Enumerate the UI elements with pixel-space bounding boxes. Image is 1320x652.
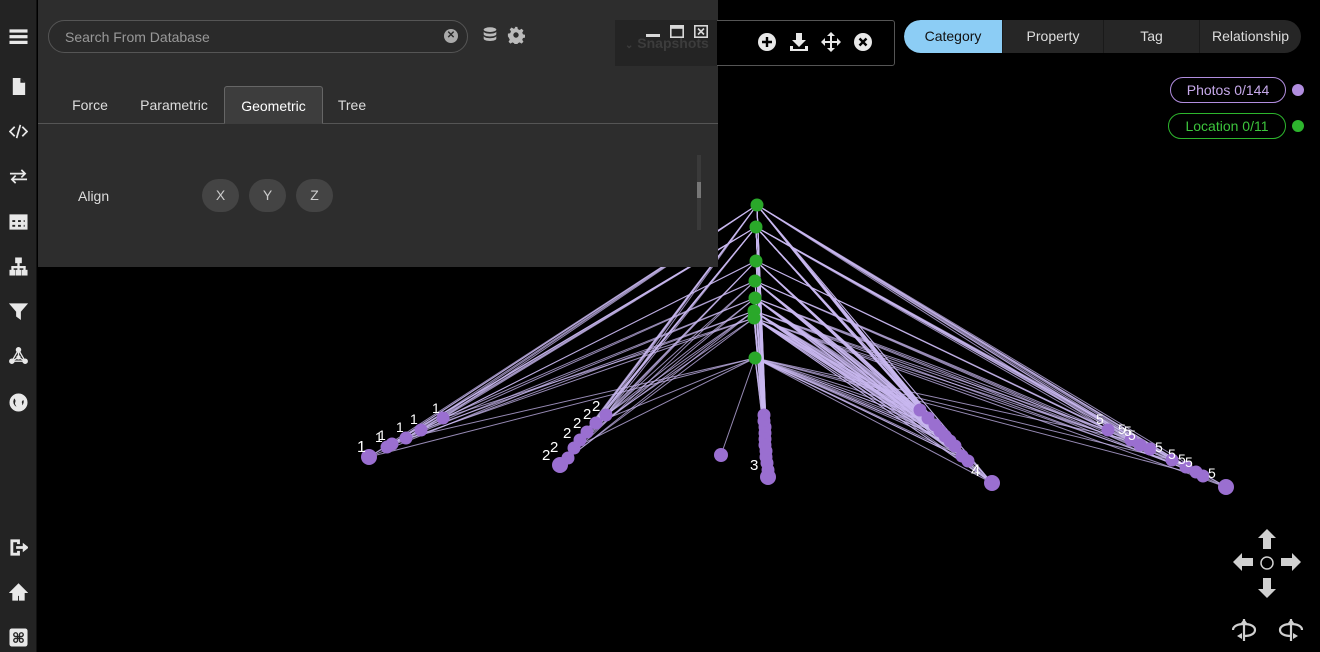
align-x-button[interactable]: X — [202, 179, 239, 212]
view-mode-tabs: Category Property Tag Relationship — [904, 20, 1301, 53]
node-label: 1 — [410, 411, 418, 427]
app-root: 11111122222234555555555 Search From Data… — [0, 0, 1320, 652]
node-label: 5 — [1155, 439, 1163, 455]
table-icon[interactable] — [6, 209, 30, 233]
command-icon[interactable] — [6, 625, 30, 649]
tab-geometric[interactable]: Geometric — [224, 86, 323, 124]
globe-icon[interactable] — [6, 390, 30, 414]
node-label: 2 — [550, 439, 558, 456]
tab-property[interactable]: Property — [1003, 20, 1104, 53]
location-node[interactable] — [749, 254, 763, 268]
pan-down-icon[interactable] — [1258, 578, 1276, 598]
legend-location-dot — [1292, 120, 1304, 132]
node-label: 5 — [1208, 465, 1216, 481]
search-input[interactable] — [65, 21, 435, 52]
panel-scroll-thumb[interactable] — [697, 182, 701, 198]
photo-node[interactable] — [714, 448, 728, 462]
align-y-button[interactable]: Y — [249, 179, 286, 212]
node-label: 3 — [750, 457, 758, 474]
location-node[interactable] — [749, 220, 763, 234]
clear-search-icon[interactable]: ✕ — [444, 29, 458, 43]
pan-right-icon[interactable] — [1281, 553, 1301, 571]
maximize-icon[interactable] — [670, 25, 684, 38]
home-icon[interactable] — [6, 580, 30, 604]
rotate-right-icon[interactable] — [1278, 617, 1304, 643]
node-label: 2 — [573, 415, 581, 432]
legend-photos[interactable]: Photos 0/144 — [1170, 77, 1286, 103]
align-z-button[interactable]: Z — [296, 179, 333, 212]
database-icon[interactable] — [481, 26, 501, 46]
network-icon[interactable] — [6, 343, 30, 367]
graph-edge — [753, 317, 1227, 488]
node-label: 1 — [357, 439, 366, 456]
node-label: 2 — [583, 406, 591, 423]
left-sidebar — [0, 0, 37, 652]
node-label: 2 — [542, 447, 550, 464]
graph-edge — [368, 357, 756, 458]
node-label: 1 — [396, 419, 404, 435]
photo-node[interactable] — [760, 469, 776, 485]
node-label: 2 — [592, 398, 600, 415]
location-node[interactable] — [748, 351, 762, 365]
node-label: 2 — [563, 425, 571, 442]
node-label: 5 — [1168, 446, 1176, 462]
photo-node[interactable] — [984, 475, 1000, 491]
node-label: 1 — [432, 400, 440, 416]
graph-edge — [754, 357, 1204, 477]
node-label: 4 — [971, 461, 980, 480]
legend-photos-dot — [1292, 84, 1304, 96]
location-node[interactable] — [748, 291, 762, 305]
layout-tabs: Force Parametric Geometric Tree — [38, 86, 718, 124]
add-snapshot-icon[interactable] — [756, 31, 778, 53]
node-label: 5 — [1096, 411, 1104, 427]
close-snapshot-icon[interactable] — [852, 31, 874, 53]
node-label: 5 — [1185, 454, 1193, 470]
hierarchy-icon[interactable] — [6, 254, 30, 278]
location-node[interactable] — [747, 311, 761, 325]
location-node[interactable] — [750, 198, 764, 212]
minimize-icon[interactable] — [646, 25, 660, 38]
rotate-left-icon[interactable] — [1231, 617, 1257, 643]
move-snapshot-icon[interactable] — [820, 31, 842, 53]
align-label: Align — [78, 188, 110, 204]
photo-node[interactable] — [1218, 479, 1234, 495]
menu-icon[interactable] — [6, 24, 30, 48]
code-icon[interactable] — [6, 119, 30, 143]
location-node[interactable] — [748, 274, 762, 288]
tab-category[interactable]: Category — [904, 20, 1003, 53]
node-label: 1 — [375, 429, 383, 445]
document-icon[interactable] — [6, 74, 30, 98]
logout-icon[interactable] — [6, 535, 30, 559]
graph-edge — [559, 310, 755, 466]
tab-tag[interactable]: Tag — [1104, 20, 1200, 53]
download-snapshot-icon[interactable] — [788, 31, 810, 53]
graph-edge — [754, 357, 1173, 461]
tab-tree[interactable]: Tree — [330, 86, 374, 124]
tab-parametric[interactable]: Parametric — [132, 86, 216, 124]
tab-relationship[interactable]: Relationship — [1200, 20, 1301, 53]
tab-force[interactable]: Force — [58, 86, 122, 124]
legend-location[interactable]: Location 0/11 — [1168, 113, 1286, 139]
settings-gear-icon[interactable] — [507, 26, 527, 46]
transfer-icon[interactable] — [6, 164, 30, 188]
filter-icon[interactable] — [6, 299, 30, 323]
search-box: ✕ — [48, 20, 468, 53]
reset-view-icon[interactable] — [1260, 556, 1274, 570]
pan-up-icon[interactable] — [1258, 529, 1276, 549]
node-label: 5 — [1124, 423, 1132, 439]
chevron-down-icon[interactable]: ⌄ — [625, 40, 633, 51]
close-window-icon[interactable] — [694, 25, 708, 38]
pan-left-icon[interactable] — [1233, 553, 1253, 571]
photo-node[interactable] — [552, 457, 568, 473]
